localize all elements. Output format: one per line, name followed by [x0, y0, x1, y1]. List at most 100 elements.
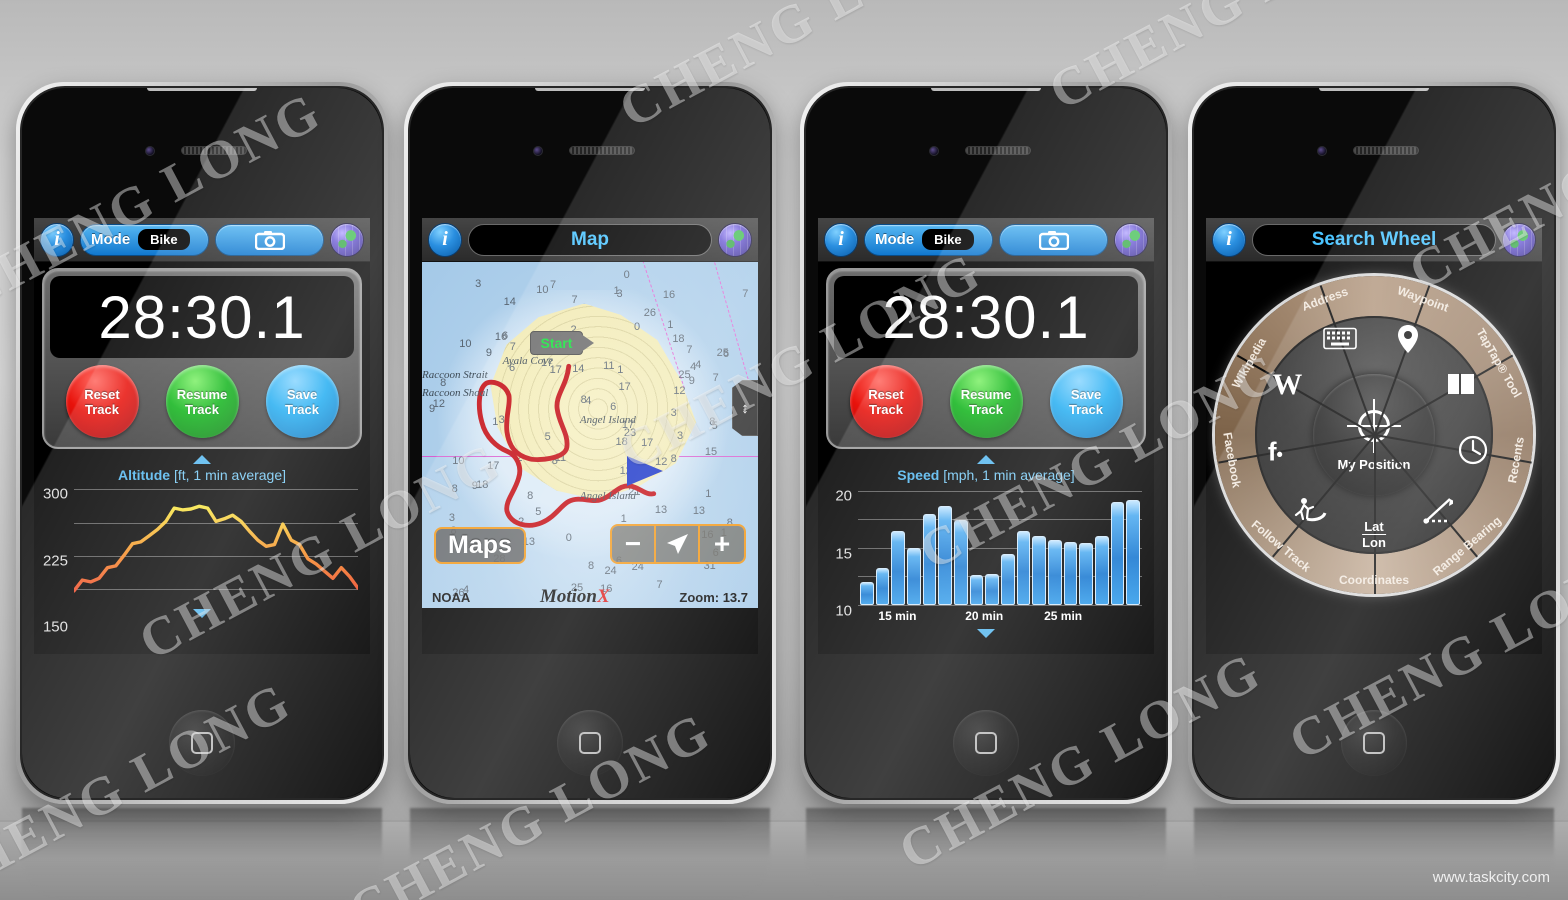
- reset-track-button[interactable]: Reset Track: [65, 365, 139, 438]
- globe-icon[interactable]: [1502, 222, 1536, 257]
- phone-bezel: i Mode Bike 28:30.1 Reset Track Resume T…: [804, 86, 1168, 800]
- screen-3: i Mode Bike 28:30.1 Reset Track Resume T…: [818, 218, 1154, 654]
- timer-panel: 28:30.1 Reset Track Resume Track Save Tr…: [826, 268, 1146, 449]
- antenna-nub: [931, 88, 1041, 91]
- sidebar-item-recents[interactable]: Recents: [1506, 436, 1542, 484]
- altitude-y-tick: 300: [42, 485, 68, 503]
- table-row: [922, 513, 937, 605]
- info-icon[interactable]: i: [428, 222, 462, 257]
- phone-stopwatch-speed: i Mode Bike 28:30.1 Reset Track Resume T…: [800, 82, 1172, 900]
- camera-icon[interactable]: [999, 223, 1108, 256]
- hiker-trail-icon[interactable]: [1294, 497, 1344, 542]
- search-wheel-divider: [1374, 435, 1376, 594]
- home-button[interactable]: [953, 710, 1019, 776]
- home-button[interactable]: [169, 710, 235, 776]
- scroll-up-arrow[interactable]: [34, 451, 370, 467]
- map-vertical-scroll-handle[interactable]: ↕: [732, 380, 758, 436]
- speed-plot: 20151050: [835, 485, 1142, 619]
- speed-title-unit: [mph, 1 min average]: [943, 467, 1075, 483]
- speed-title-text: Speed: [897, 467, 940, 483]
- home-button[interactable]: [557, 710, 623, 776]
- navigate-arrow-icon[interactable]: [656, 526, 700, 562]
- reset-track-button[interactable]: Reset Track: [849, 365, 923, 438]
- altitude-chart-title: Altitude [ft, 1 min average]: [40, 467, 364, 483]
- map-zoom-level: Zoom: 13.7: [679, 589, 748, 605]
- map-start-marker: Start: [529, 331, 595, 356]
- zoom-in-button[interactable]: +: [700, 526, 744, 562]
- sidebar-item-coordinates[interactable]: Coordinates: [1339, 573, 1444, 594]
- resume-track-line1: Resume: [960, 386, 1012, 402]
- lat-lon-icon[interactable]: Lat Lon: [1362, 520, 1398, 565]
- scroll-down-arrow[interactable]: [34, 605, 370, 621]
- sidebar-item-facebook[interactable]: Facebook: [1220, 431, 1288, 489]
- sidebar-item-address[interactable]: Address: [1300, 284, 1373, 314]
- phone-body: i Mode Bike 28:30.1 Reset Track Resume T…: [800, 82, 1172, 804]
- phone-bezel: i Map 11617312616778116232883131: [408, 86, 772, 800]
- sidebar-item-taptap-tool[interactable]: TapTap® Tool: [1474, 326, 1542, 400]
- phone-bezel: i Search Wheel My Position Waypoint TapTa…: [1192, 86, 1556, 800]
- speed-bars: [858, 485, 1142, 605]
- antenna-nub: [1319, 88, 1429, 91]
- clock-icon[interactable]: [1458, 436, 1503, 486]
- mode-selector[interactable]: Mode Bike: [80, 223, 209, 256]
- clock-icon-glyph: [1458, 435, 1488, 469]
- map-position-arrow: [626, 455, 663, 486]
- home-button[interactable]: [1341, 710, 1407, 776]
- table-row: [1126, 500, 1141, 605]
- table-row: [1048, 540, 1062, 605]
- table-row: [938, 506, 953, 605]
- save-track-line1: Save: [1070, 386, 1102, 402]
- search-wheel-item-label: Coordinates: [1338, 572, 1410, 587]
- info-icon[interactable]: i: [1212, 222, 1246, 257]
- track-buttons: Reset Track Resume Track Save Track: [50, 358, 354, 441]
- info-icon[interactable]: i: [824, 222, 858, 257]
- maps-button[interactable]: Maps: [434, 527, 526, 564]
- sidebar-item-waypoint[interactable]: Waypoint: [1396, 283, 1477, 314]
- map-label-angel-island-1: Angel Island: [579, 414, 636, 427]
- speed-x-tick: 25 min: [1044, 609, 1083, 623]
- camera-icon[interactable]: [215, 223, 324, 256]
- save-track-button[interactable]: Save Track: [1049, 365, 1123, 438]
- altitude-y-tick: 225: [42, 552, 68, 570]
- scroll-down-arrow[interactable]: [818, 625, 1154, 641]
- navbar-2: i Map: [422, 218, 758, 262]
- open-book-icon-glyph: [1446, 370, 1476, 400]
- site-watermark: www.taskcity.com: [1432, 869, 1550, 886]
- scroll-up-arrow[interactable]: [818, 451, 1154, 467]
- search-wheel[interactable]: My Position Waypoint TapTap® Tool Recents R…: [1215, 276, 1533, 594]
- front-camera-icon: [929, 146, 939, 156]
- sidebar-item-range-bearing[interactable]: Range Bearing: [1430, 513, 1542, 578]
- globe-icon[interactable]: [1114, 222, 1148, 257]
- table-row: [1079, 542, 1094, 605]
- globe-icon[interactable]: [718, 222, 752, 257]
- table-row: [1110, 502, 1125, 605]
- mode-selector[interactable]: Mode Bike: [864, 223, 993, 256]
- earpiece-speaker: [965, 146, 1031, 155]
- map-label-angel-island-2: Angel Island: [579, 490, 636, 503]
- map-canvas[interactable]: 1161731261677811623288313161381817251516…: [422, 262, 758, 608]
- timer-display: 28:30.1: [50, 276, 354, 358]
- earpiece-speaker: [181, 146, 247, 155]
- search-wheel-item-label: Recents: [1505, 435, 1528, 485]
- reset-track-line2: Track: [869, 401, 903, 417]
- sidebar-item-follow-track[interactable]: Follow Track: [1249, 517, 1354, 574]
- phone-reflection: [1194, 808, 1554, 900]
- resume-track-button[interactable]: Resume Track: [949, 365, 1023, 438]
- open-book-icon[interactable]: [1447, 372, 1491, 415]
- keyboard-icon[interactable]: [1322, 327, 1374, 368]
- brand-pre: Motion: [539, 586, 597, 607]
- resume-track-button[interactable]: Resume Track: [165, 365, 239, 438]
- zoom-out-button[interactable]: −: [612, 526, 656, 562]
- globe-icon[interactable]: [330, 222, 364, 257]
- wikipedia-icon[interactable]: W: [1272, 368, 1317, 419]
- search-wheel-item-label: Waypoint: [1395, 283, 1452, 315]
- timer-section: 28:30.1 Reset Track Resume Track Save Tr…: [818, 262, 1154, 451]
- hiker-trail-icon-glyph: [1293, 497, 1327, 527]
- sidebar-item-wikipedia[interactable]: Wikipedia: [1229, 335, 1305, 390]
- save-track-line2: Track: [1069, 401, 1103, 417]
- map-pin-icon[interactable]: [1398, 324, 1432, 375]
- antenna-nub: [535, 88, 645, 91]
- save-track-button[interactable]: Save Track: [265, 365, 339, 438]
- info-icon[interactable]: i: [40, 222, 74, 257]
- table-row: [1016, 530, 1031, 605]
